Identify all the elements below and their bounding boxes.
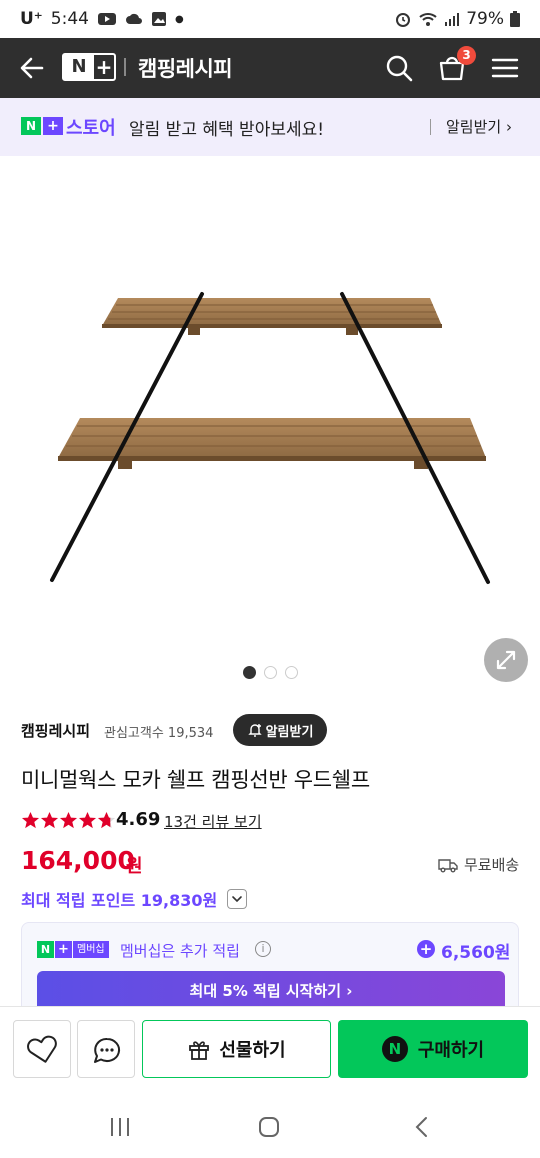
gift-label: 선물하기	[219, 1040, 286, 1061]
rating-stars	[21, 811, 116, 830]
product-price: 164,000	[21, 846, 135, 875]
membership-badge: N + 멤버십	[37, 941, 109, 958]
star-icon	[78, 811, 97, 829]
pagination-dot[interactable]	[243, 666, 256, 679]
star-icon	[59, 811, 78, 829]
price-unit: 원	[126, 856, 143, 877]
banner-divider	[430, 119, 431, 135]
star-icon	[40, 811, 59, 829]
logo-n: N	[64, 55, 94, 79]
membership-text: 멤버십은 추가 적립	[120, 942, 240, 960]
badge-plus: +	[43, 117, 63, 135]
max-points: 최대 적립 포인트 19,830원	[21, 891, 218, 910]
wishlist-button[interactable]	[13, 1020, 71, 1078]
shipping-label: 무료배송	[464, 856, 520, 874]
store-alert-banner[interactable]: N + 스토어 알림 받고 혜택 받아보세요! 알림받기 ›	[0, 98, 540, 156]
cloud-icon	[125, 13, 142, 24]
truck-icon	[438, 858, 458, 872]
points-expand-button[interactable]	[227, 889, 247, 909]
banner-alert-button[interactable]: 알림받기 ›	[446, 116, 512, 137]
buy-label: 구매하기	[417, 1040, 485, 1061]
review-link[interactable]: 13건 리뷰 보기	[164, 811, 262, 832]
bell-plus-icon	[247, 724, 262, 737]
seller-alert-label: 알림받기	[265, 724, 314, 740]
clock: 5:44	[50, 9, 89, 29]
bottom-action-bar: 선물하기 N 구매하기	[0, 1006, 540, 1094]
mem-badge-text: 멤버십	[73, 941, 109, 958]
shipping-info: 무료배송	[438, 854, 519, 875]
gift-icon	[189, 1041, 210, 1060]
product-image[interactable]	[0, 156, 540, 696]
mem-badge-plus: +	[55, 941, 72, 958]
carrier-label: U⁺	[20, 9, 43, 29]
star-half-icon	[97, 811, 116, 829]
wifi-icon	[419, 13, 437, 26]
shelf-illustration	[50, 292, 490, 584]
pagination-dot[interactable]	[264, 666, 277, 679]
rating-score: 4.69	[116, 809, 161, 830]
product-title: 미니멀웍스 모카 쉘프 캠핑선반 우드쉘프	[21, 768, 370, 792]
back-nav-icon[interactable]	[412, 1115, 432, 1139]
signal-icon	[445, 13, 460, 26]
watcher-count: 관심고객수 19,534	[104, 726, 214, 741]
seller-alert-button[interactable]: 알림받기	[233, 714, 327, 746]
store-name-text: 캠핑레시피	[138, 57, 233, 81]
gift-button[interactable]: 선물하기	[142, 1020, 331, 1078]
buy-button[interactable]: N 구매하기	[338, 1020, 528, 1078]
info-icon[interactable]: i	[255, 941, 271, 957]
more-dot-icon: ●	[174, 13, 184, 25]
cart-count-badge: 3	[457, 46, 476, 65]
image-pagination	[243, 666, 298, 679]
menu-icon[interactable]	[489, 52, 521, 84]
image-icon	[151, 12, 166, 26]
nplus-store-badge: N +	[21, 117, 63, 135]
mem-badge-n: N	[37, 941, 54, 958]
banner-message: 알림 받고 혜택 받아보세요!	[129, 120, 325, 140]
chat-icon	[94, 1037, 121, 1063]
chevron-down-icon	[232, 896, 242, 903]
pagination-dot[interactable]	[285, 666, 298, 679]
plus-circle-icon: +	[417, 940, 435, 958]
naver-pay-icon: N	[381, 1036, 408, 1062]
store-name[interactable]: 캠핑레시피	[124, 53, 233, 83]
expand-icon	[496, 650, 516, 670]
alarm-icon	[396, 13, 411, 27]
chat-button[interactable]	[77, 1020, 135, 1078]
seller-name[interactable]: 캠핑레시피	[21, 720, 90, 741]
logo-plus: +	[95, 55, 113, 79]
recent-apps-icon[interactable]	[108, 1116, 132, 1138]
battery-icon	[510, 11, 520, 27]
search-icon[interactable]	[383, 52, 415, 84]
system-navigation-bar	[0, 1094, 540, 1158]
badge-n: N	[21, 117, 41, 135]
home-icon[interactable]	[257, 1115, 281, 1139]
membership-amount: 6,560원	[441, 943, 511, 963]
banner-store-label: 스토어	[66, 118, 116, 139]
back-arrow-icon[interactable]	[16, 52, 48, 84]
app-header: N + 캠핑레시피	[0, 38, 540, 98]
youtube-icon	[97, 13, 116, 25]
star-icon	[21, 811, 40, 829]
nplus-logo[interactable]: N +	[62, 53, 116, 81]
expand-image-button[interactable]	[484, 638, 528, 682]
status-bar: U⁺ 5:44 ● 79%	[0, 0, 540, 38]
battery-percent: 79%	[466, 9, 504, 29]
heart-icon	[27, 1035, 57, 1063]
